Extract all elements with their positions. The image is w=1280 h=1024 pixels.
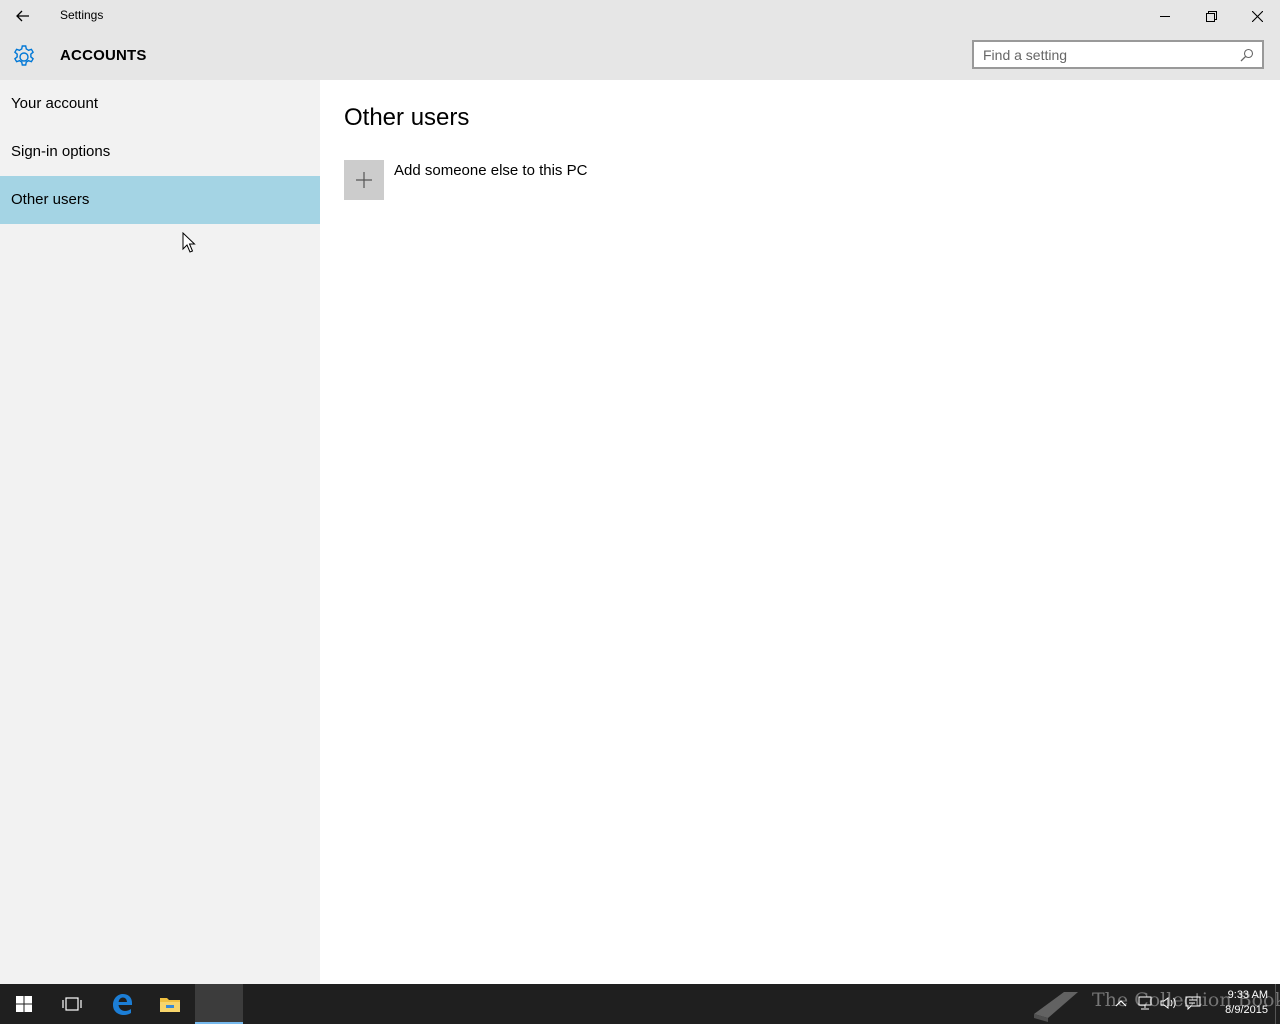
taskbar: The Collection Book 9:33 AM 8/9/2015: [0, 984, 1280, 1024]
add-user-label: Add someone else to this PC: [394, 162, 588, 179]
search-input[interactable]: [983, 46, 1233, 64]
sidebar: Your account Sign-in options Other users: [0, 80, 320, 984]
back-arrow-icon: [16, 10, 29, 22]
section-title: ACCOUNTS: [60, 47, 147, 64]
settings-header: ACCOUNTS: [0, 32, 1280, 80]
edge-icon: [113, 994, 132, 1015]
volume-icon: [1160, 997, 1176, 1009]
restore-button[interactable]: [1188, 0, 1234, 32]
chevron-up-icon: [1115, 1000, 1127, 1007]
action-center-button[interactable]: [1184, 994, 1202, 1012]
search-icon[interactable]: [1240, 48, 1254, 62]
sidebar-item-your-account[interactable]: Your account: [0, 80, 320, 128]
sidebar-item-other-users[interactable]: Other users: [0, 176, 320, 224]
network-icon: [1138, 996, 1152, 1010]
edge-button[interactable]: [98, 984, 146, 1024]
sidebar-item-label: Your account: [11, 95, 99, 112]
clock-time: 9:33 AM: [1227, 989, 1268, 1001]
sidebar-item-label: Sign-in options: [11, 143, 111, 160]
add-user-button[interactable]: Add someone else to this PC: [344, 160, 624, 200]
action-center-icon: [1185, 996, 1201, 1010]
task-view-button[interactable]: [48, 984, 96, 1024]
plus-icon: [356, 172, 372, 188]
minimize-button[interactable]: [1142, 0, 1188, 32]
window-title: Settings: [60, 8, 104, 22]
network-tray-button[interactable]: [1136, 994, 1154, 1012]
show-hidden-icons-button[interactable]: [1112, 994, 1130, 1012]
close-button[interactable]: [1234, 0, 1280, 32]
taskbar-clock[interactable]: 9:33 AM 8/9/2015: [1208, 988, 1268, 1018]
main-content: Other users Add someone else to this PC: [320, 80, 1280, 984]
minimize-icon: [1160, 16, 1170, 17]
volume-tray-button[interactable]: [1160, 994, 1178, 1012]
file-explorer-button[interactable]: [146, 984, 194, 1024]
restore-icon: [1205, 10, 1217, 22]
mouse-cursor-icon: [182, 232, 196, 253]
start-button[interactable]: [0, 984, 48, 1024]
add-user-tile[interactable]: [344, 160, 384, 200]
show-desktop-button[interactable]: [1275, 984, 1280, 1024]
sidebar-item-label: Other users: [11, 191, 90, 208]
windows-start-icon: [16, 996, 32, 1012]
task-view-icon: [62, 997, 82, 1011]
sidebar-item-sign-in-options[interactable]: Sign-in options: [0, 128, 320, 176]
page-title: Other users: [344, 104, 470, 131]
clock-date: 8/9/2015: [1225, 1004, 1268, 1016]
gear-icon: [14, 45, 34, 66]
settings-taskbar-button[interactable]: [195, 984, 243, 1024]
file-explorer-icon: [160, 998, 180, 1012]
book-logo-icon: [1034, 992, 1078, 1022]
title-bar: Settings: [0, 0, 1280, 32]
back-button[interactable]: [0, 0, 46, 32]
close-icon: [1251, 10, 1263, 22]
search-box[interactable]: [972, 40, 1264, 69]
